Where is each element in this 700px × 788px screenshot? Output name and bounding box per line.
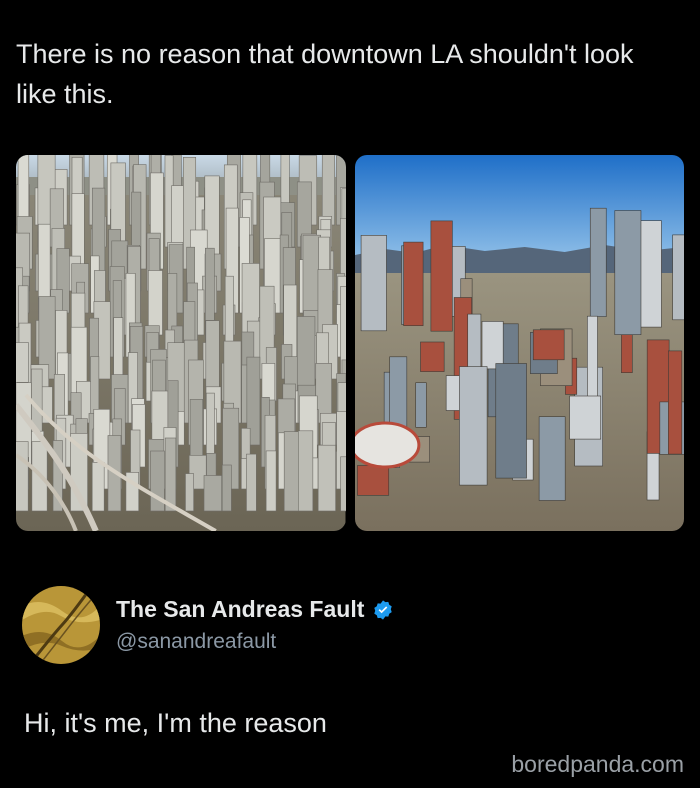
watermark: boredpanda.com [511, 751, 684, 777]
fault-landscape-icon [22, 586, 100, 664]
building-shape [414, 382, 427, 428]
building-shape [494, 363, 527, 479]
skyscraper-shape [16, 441, 29, 512]
post-text: There is no reason that downtown LA shou… [16, 39, 634, 109]
media-grid [16, 155, 684, 531]
user-handle[interactable]: @sanandreafault [116, 630, 276, 654]
skyscraper-shape [147, 270, 163, 336]
skyscraper-shape [321, 155, 335, 226]
building-shape [430, 220, 453, 332]
reply-card: The San Andreas Fault @sanandreafault [22, 586, 682, 666]
building-shape [360, 235, 387, 332]
skyscraper-shape [265, 450, 277, 512]
skyscraper-shape [340, 456, 346, 512]
skyscraper-shape [203, 475, 222, 512]
skyscraper-shape [164, 437, 177, 512]
skyscraper-shape [317, 444, 336, 512]
dense-city-image[interactable] [16, 155, 346, 531]
downtown-la-image[interactable] [354, 155, 684, 531]
building-shape [402, 241, 423, 326]
display-name[interactable]: The San Andreas Fault [116, 596, 364, 623]
verified-badge-icon [372, 599, 394, 621]
avatar[interactable] [22, 586, 100, 664]
name-row: The San Andreas Fault [116, 596, 394, 623]
skyscraper-shape [221, 464, 232, 512]
downtown-la-svg [354, 155, 684, 531]
skyscraper-shape [185, 473, 194, 512]
skyscraper-shape [246, 453, 257, 512]
building-shape [568, 395, 601, 440]
skyscraper-shape [283, 431, 300, 512]
reply-text: Hi, it's me, I'm the reason [24, 708, 327, 738]
building-shape [356, 465, 389, 496]
building-shape [532, 329, 564, 361]
dense-city-svg [16, 155, 346, 531]
skyscraper-shape [298, 430, 314, 512]
building-shape [538, 416, 565, 501]
building-shape [667, 350, 682, 455]
skyscraper-shape [91, 461, 105, 512]
building-shape [614, 210, 641, 335]
building-shape [589, 207, 607, 318]
building-shape [419, 341, 444, 372]
building-shape [458, 366, 487, 486]
building-shape [671, 234, 684, 321]
building-shape [481, 321, 503, 370]
